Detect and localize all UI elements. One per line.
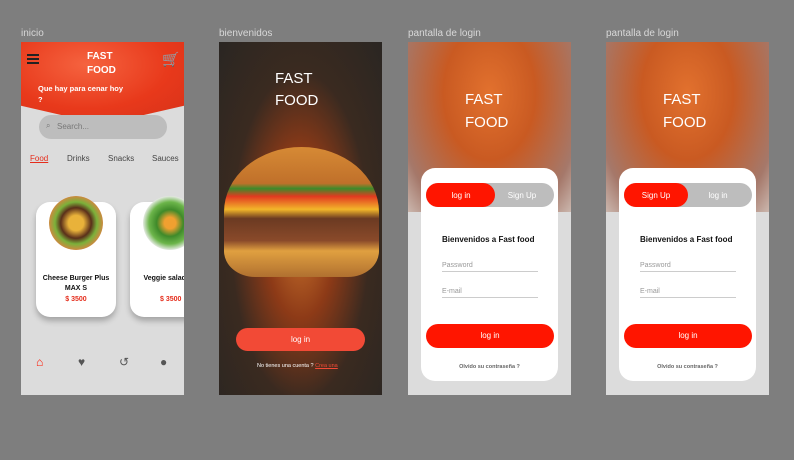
email-input[interactable]: E-mail xyxy=(442,288,538,298)
menu-icon[interactable] xyxy=(27,54,39,64)
app-title: FAST FOOD xyxy=(87,51,116,76)
frame-login-1: FAST FOOD log in Sign Up Bienvenidos a Fa… xyxy=(408,42,571,395)
burger-image xyxy=(49,196,103,250)
heart-icon[interactable]: ♥ xyxy=(78,355,85,369)
product-card[interactable]: Veggie salad PLUS $ 3500 xyxy=(130,196,184,317)
app-title: FAST FOOD xyxy=(663,91,707,131)
product-price: $ 3500 xyxy=(160,296,182,303)
search-input[interactable]: ⌕ Search... xyxy=(39,115,167,139)
product-price: $ 3500 xyxy=(65,296,87,303)
auth-toggle[interactable]: Sign Up log in xyxy=(624,183,752,207)
password-input[interactable]: Password xyxy=(442,262,538,272)
tab-signup[interactable]: Sign Up xyxy=(624,191,688,200)
product-card[interactable]: Cheese Burger Plus MAX S $ 3500 xyxy=(36,196,116,317)
tab-snacks[interactable]: Snacks xyxy=(108,154,134,163)
tab-sauces[interactable]: Sauces xyxy=(152,154,179,163)
welcome-heading: Bienvenidos a Fast food xyxy=(640,235,733,244)
login-button[interactable]: log in xyxy=(236,328,365,351)
tab-login[interactable]: log in xyxy=(686,191,750,200)
app-title: FAST FOOD xyxy=(465,91,509,131)
login-button[interactable]: log in xyxy=(624,324,752,348)
tab-signup[interactable]: Sign Up xyxy=(490,191,554,200)
user-icon[interactable]: ● xyxy=(160,355,167,369)
welcome-heading: Bienvenidos a Fast food xyxy=(442,235,535,244)
forgot-password-link[interactable]: Olvido su contraseña ? xyxy=(421,364,558,370)
frame-label-inicio[interactable]: inicio xyxy=(21,28,44,39)
greeting: Que hay para cenar hoy ? xyxy=(38,84,124,104)
signup-prompt: No tienes una cuenta ? Crea una xyxy=(257,363,338,369)
salad-image xyxy=(143,196,184,250)
frame-label-bienvenidos[interactable]: bienvenidos xyxy=(219,28,272,39)
login-button[interactable]: log in xyxy=(426,324,554,348)
app-title: FAST FOOD xyxy=(275,70,319,109)
login-card: log in Sign Up Bienvenidos a Fast food P… xyxy=(421,168,558,381)
history-icon[interactable]: ↺ xyxy=(119,355,129,369)
home-icon[interactable]: ⌂ xyxy=(36,355,43,369)
burger-image xyxy=(224,147,379,277)
frame-label-login-2[interactable]: pantalla de login xyxy=(606,28,679,39)
auth-toggle[interactable]: log in Sign Up xyxy=(426,183,554,207)
frame-login-2: FAST FOOD Sign Up log in Bienvenidos a Fa… xyxy=(606,42,769,395)
search-icon: ⌕ xyxy=(46,121,51,130)
tab-login[interactable]: log in xyxy=(429,191,493,200)
product-name: Veggie salad PLUS xyxy=(143,275,184,282)
product-name: Cheese Burger Plus MAX S xyxy=(42,275,110,292)
forgot-password-link[interactable]: Olvido su contraseña ? xyxy=(619,364,756,370)
email-input[interactable]: E-mail xyxy=(640,288,736,298)
frame-label-login-1[interactable]: pantalla de login xyxy=(408,28,481,39)
create-account-link[interactable]: Crea una xyxy=(315,363,338,369)
cart-icon[interactable]: 🛒 xyxy=(162,51,179,68)
login-card: Sign Up log in Bienvenidos a Fast food P… xyxy=(619,168,756,381)
frame-inicio: FAST FOOD 🛒 Que hay para cenar hoy ? ⌕ Sea… xyxy=(21,42,184,395)
password-input[interactable]: Password xyxy=(640,262,736,272)
tab-drinks[interactable]: Drinks xyxy=(67,154,90,163)
frame-bienvenidos: FAST FOOD log in No tienes una cuenta ? C… xyxy=(219,42,382,395)
tab-food[interactable]: Food xyxy=(30,154,48,163)
